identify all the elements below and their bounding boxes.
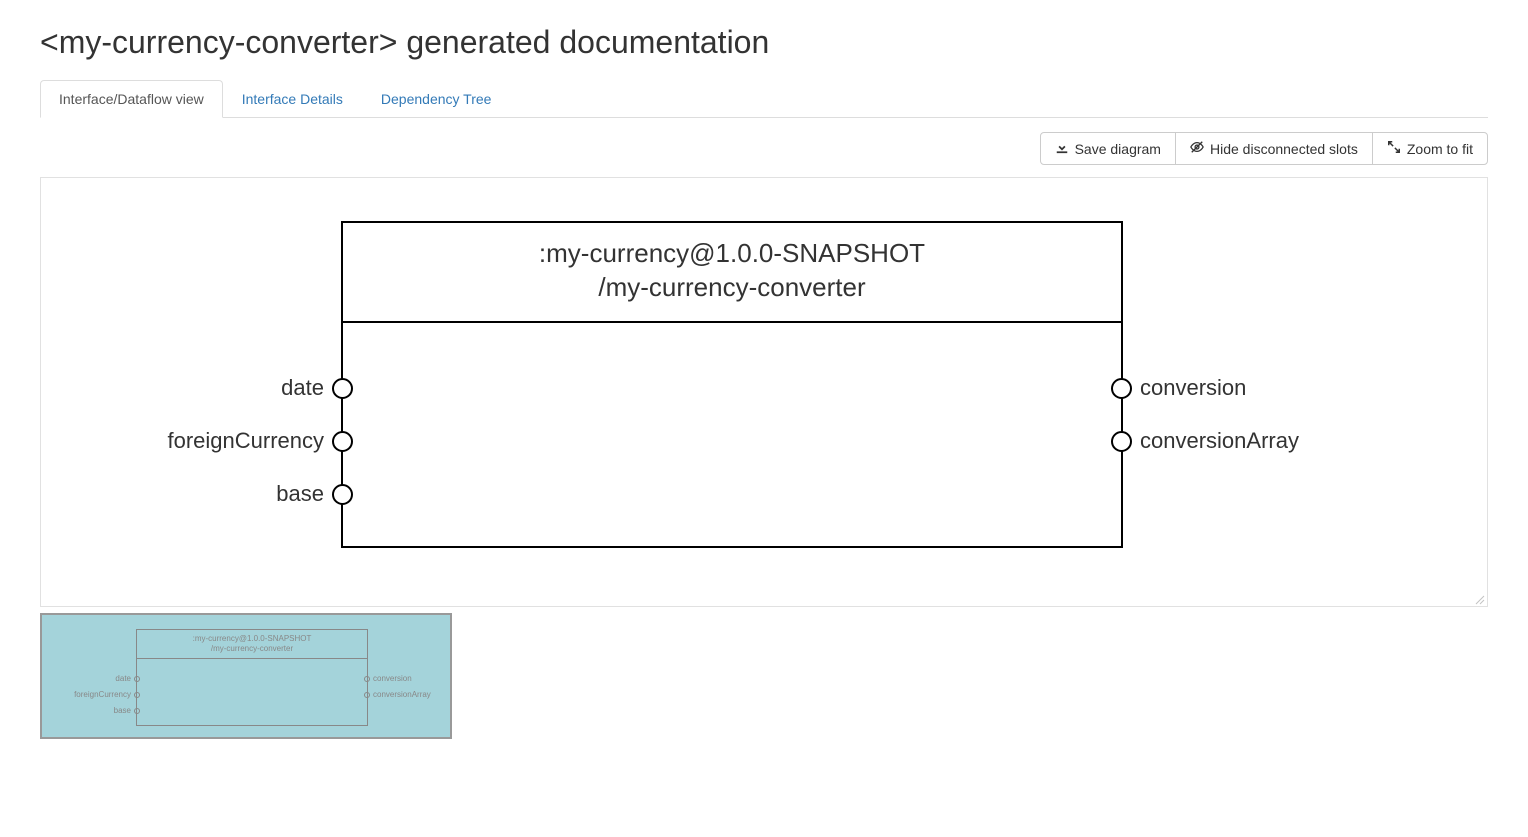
minimap-input-port: foreignCurrency [74, 690, 140, 699]
input-port-base[interactable]: base [276, 481, 353, 507]
component-title-line1: :my-currency@1.0.0-SNAPSHOT [351, 237, 1113, 271]
port-ring-icon [364, 676, 370, 682]
hide-disconnected-slots-label: Hide disconnected slots [1210, 141, 1358, 157]
tab-interface-details[interactable]: Interface Details [223, 80, 362, 118]
port-ring-icon [1111, 431, 1132, 452]
save-diagram-label: Save diagram [1075, 141, 1161, 157]
port-ring-icon [134, 676, 140, 682]
input-port-label: date [281, 375, 324, 401]
minimap-port-label: foreignCurrency [74, 690, 131, 699]
component-node-header: :my-currency@1.0.0-SNAPSHOT /my-currency… [343, 223, 1121, 323]
minimap-input-port: date [115, 674, 140, 683]
port-ring-icon [332, 484, 353, 505]
output-port-conversion[interactable]: conversion [1111, 375, 1246, 401]
diagram-canvas[interactable]: :my-currency@1.0.0-SNAPSHOT /my-currency… [40, 177, 1488, 607]
zoom-to-fit-label: Zoom to fit [1407, 141, 1473, 157]
output-port-label: conversion [1140, 375, 1246, 401]
minimap-input-port: base [114, 706, 140, 715]
download-icon [1055, 140, 1069, 157]
component-title-line2: /my-currency-converter [351, 271, 1113, 305]
input-port-label: base [276, 481, 324, 507]
minimap-port-label: date [115, 674, 131, 683]
tab-dependency-tree[interactable]: Dependency Tree [362, 80, 511, 118]
tabs-bar: Interface/Dataflow view Interface Detail… [40, 79, 1488, 118]
minimap-node: :my-currency@1.0.0-SNAPSHOT /my-currency… [136, 629, 368, 726]
port-ring-icon [1111, 378, 1132, 399]
eye-slash-icon [1190, 140, 1204, 157]
input-port-foreigncurrency[interactable]: foreignCurrency [167, 428, 353, 454]
minimap-port-label: base [114, 706, 131, 715]
minimap[interactable]: :my-currency@1.0.0-SNAPSHOT /my-currency… [40, 613, 452, 739]
page-title: <my-currency-converter> generated docume… [40, 24, 1488, 61]
component-node[interactable]: :my-currency@1.0.0-SNAPSHOT /my-currency… [341, 221, 1123, 548]
save-diagram-button[interactable]: Save diagram [1040, 132, 1176, 165]
input-port-label: foreignCurrency [167, 428, 324, 454]
minimap-output-port: conversion [364, 674, 412, 683]
minimap-node-header: :my-currency@1.0.0-SNAPSHOT /my-currency… [137, 630, 367, 659]
zoom-to-fit-button[interactable]: Zoom to fit [1372, 132, 1488, 165]
minimap-port-label: conversion [373, 674, 412, 683]
minimap-output-port: conversionArray [364, 690, 431, 699]
port-ring-icon [332, 378, 353, 399]
expand-icon [1387, 140, 1401, 157]
diagram-toolbar: Save diagram Hide disconnected slots Zoo… [40, 132, 1488, 165]
output-port-conversionarray[interactable]: conversionArray [1111, 428, 1299, 454]
output-port-label: conversionArray [1140, 428, 1299, 454]
tab-dataflow-view[interactable]: Interface/Dataflow view [40, 80, 223, 118]
port-ring-icon [134, 708, 140, 714]
input-port-date[interactable]: date [281, 375, 353, 401]
hide-disconnected-slots-button[interactable]: Hide disconnected slots [1175, 132, 1373, 165]
canvas-resize-handle[interactable] [1473, 592, 1485, 604]
minimap-title-line1: :my-currency@1.0.0-SNAPSHOT [139, 634, 365, 644]
minimap-port-label: conversionArray [373, 690, 431, 699]
port-ring-icon [134, 692, 140, 698]
port-ring-icon [332, 431, 353, 452]
port-ring-icon [364, 692, 370, 698]
minimap-title-line2: /my-currency-converter [139, 644, 365, 654]
